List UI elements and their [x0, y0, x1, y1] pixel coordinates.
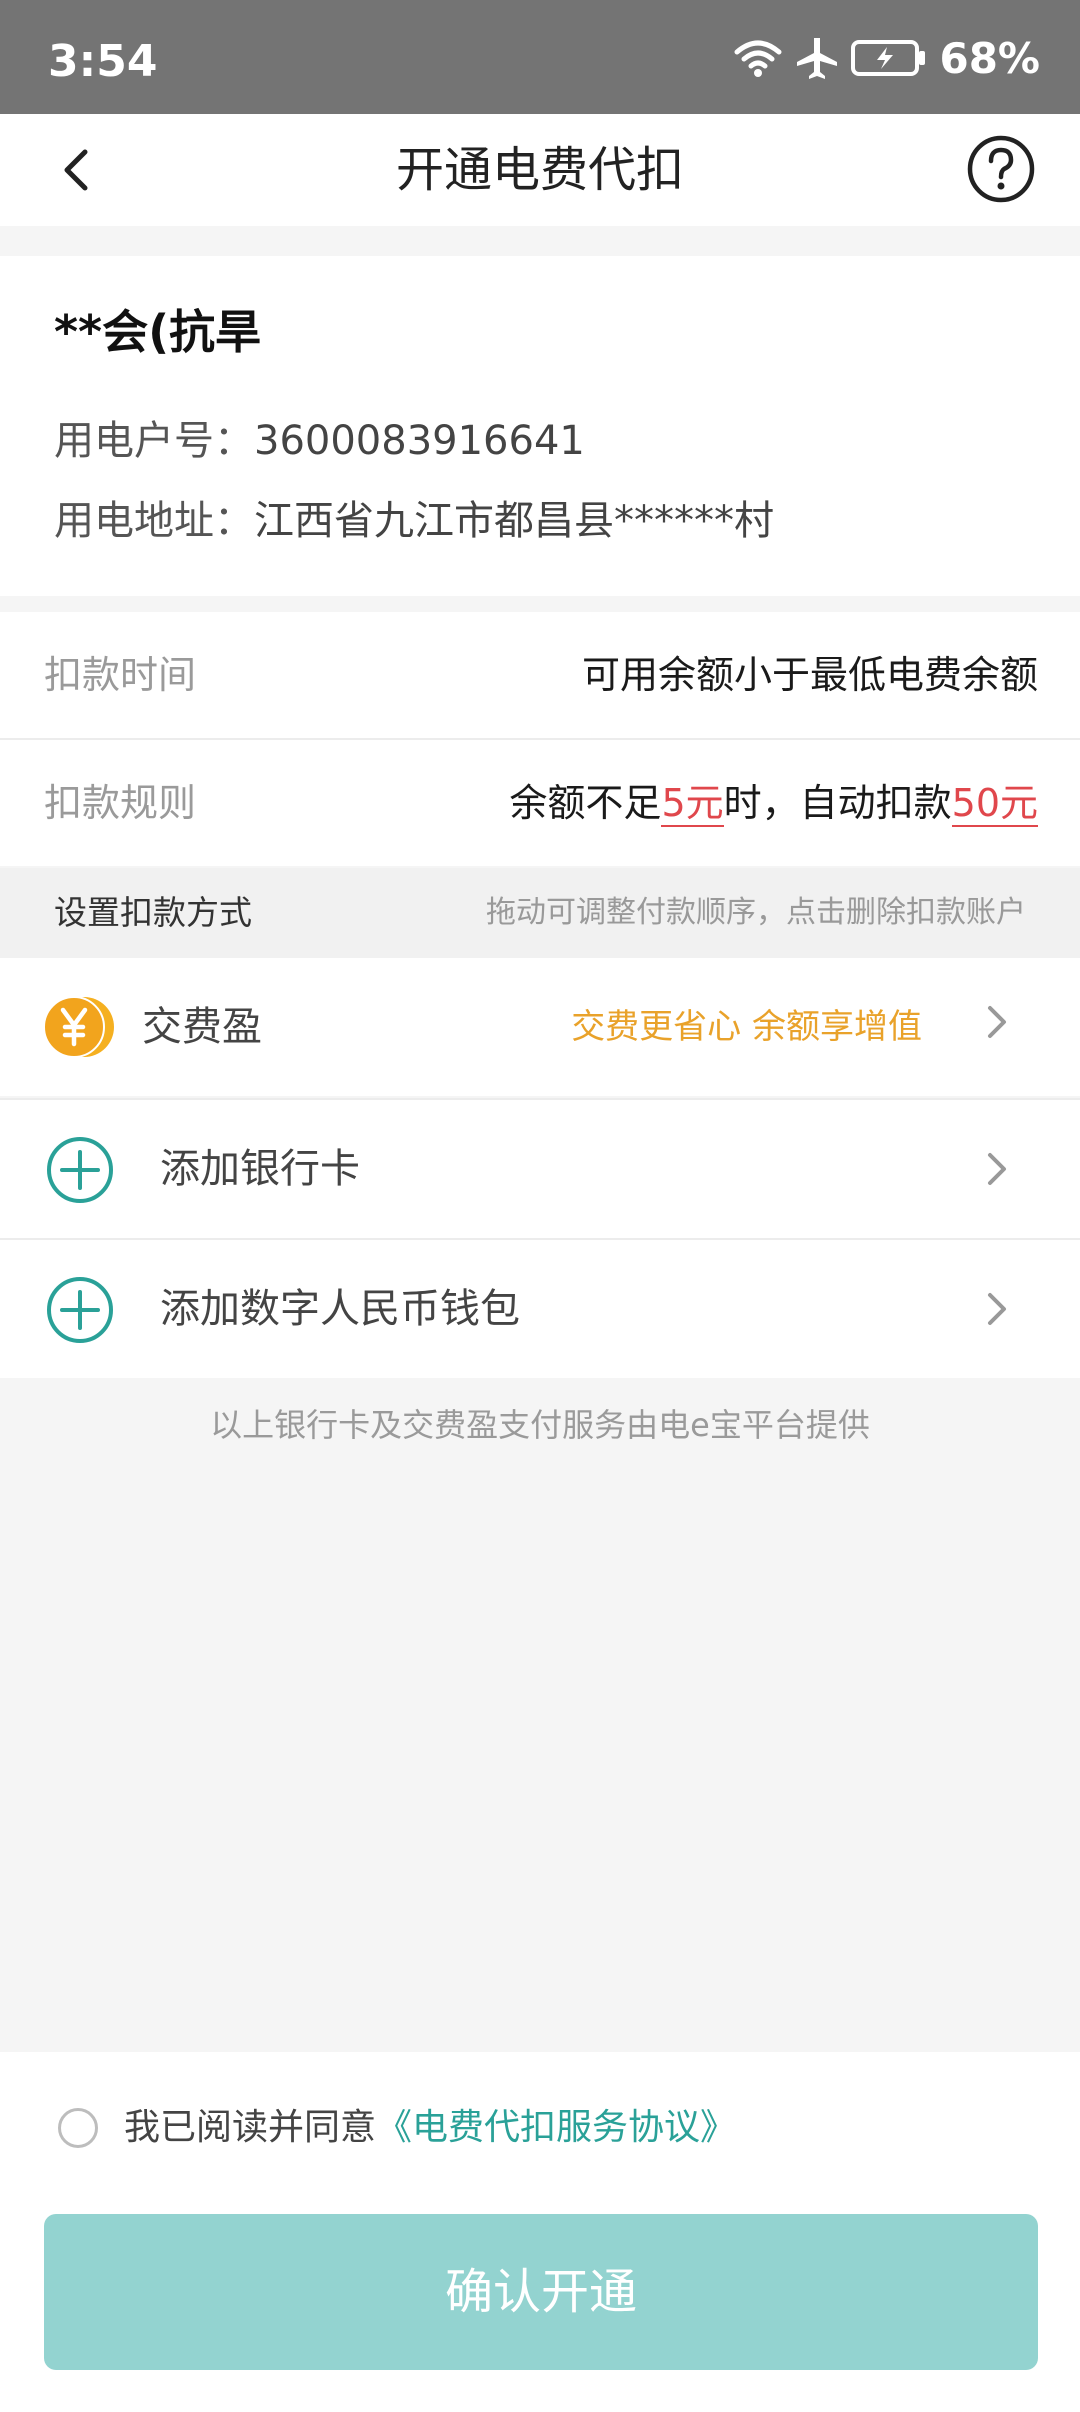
- deduction-time-value: 可用余额小于最低电费余额: [581, 653, 1038, 697]
- confirm-button[interactable]: 确认开通: [44, 2214, 1038, 2370]
- payment-method-label: 交费盈: [142, 1004, 262, 1050]
- account-number-line: 用电户号：3600083916641: [54, 408, 585, 466]
- wifi-icon: [734, 40, 782, 77]
- agreement-text: 我已阅读并同意《电费代扣服务协议》: [124, 2102, 736, 2154]
- deduction-rule-row: 扣款规则 余额不足5元时，自动扣款50元: [0, 740, 1080, 866]
- payment-method-jiaofeiying[interactable]: 交费盈 交费更省心 余额享增值: [0, 958, 1080, 1096]
- payment-section-header: 设置扣款方式 拖动可调整付款顺序，点击删除扣款账户: [0, 868, 1080, 958]
- status-bar: 3:54 68%: [0, 0, 1080, 114]
- deduction-time-label: 扣款时间: [44, 653, 197, 697]
- page-title: 开通电费代扣: [395, 142, 684, 198]
- rule-prefix: 余额不足: [509, 781, 662, 825]
- plus-circle-icon: [47, 1137, 113, 1203]
- account-name: **会(抗旱: [54, 305, 262, 359]
- status-time: 3:54: [48, 36, 158, 87]
- payment-section-hint: 拖动可调整付款顺序，点击删除扣款账户: [486, 895, 1026, 930]
- account-number-label: 用电户号：: [54, 418, 254, 464]
- agreement-checkbox[interactable]: [58, 2108, 98, 2148]
- yen-coin-icon: [43, 996, 114, 1058]
- battery-charging-icon: [851, 40, 926, 76]
- app-header: 开通电费代扣: [0, 114, 1080, 226]
- add-digital-wallet-label: 添加数字人民币钱包: [160, 1286, 520, 1332]
- deduction-time-row: 扣款时间 可用余额小于最低电费余额: [0, 612, 1080, 738]
- account-card: **会(抗旱 用电户号：3600083916641 用电地址：江西省九江市都昌县…: [0, 256, 1080, 596]
- account-number-value: 3600083916641: [254, 418, 585, 464]
- rule-amount[interactable]: 50元: [951, 781, 1038, 827]
- chevron-right-icon: [988, 1293, 1006, 1325]
- question-circle-icon: [967, 135, 1035, 203]
- back-button[interactable]: [50, 144, 102, 196]
- help-button[interactable]: [966, 134, 1036, 204]
- status-icons: 68%: [733, 30, 1040, 86]
- rule-threshold[interactable]: 5元: [661, 781, 724, 827]
- address-value: 江西省九江市都昌县******村: [254, 498, 774, 544]
- add-bank-card-label: 添加银行卡: [160, 1146, 360, 1192]
- add-digital-wallet-row[interactable]: 添加数字人民币钱包: [0, 1240, 1080, 1378]
- chevron-right-icon: [988, 1006, 1006, 1038]
- address-label: 用电地址：: [54, 498, 254, 544]
- address-line: 用电地址：江西省九江市都昌县******村: [54, 488, 774, 546]
- deduction-rule-value: 余额不足5元时，自动扣款50元: [509, 740, 1038, 866]
- chevron-right-icon: [988, 1153, 1006, 1185]
- agreement-link[interactable]: 《电费代扣服务协议》: [376, 2107, 736, 2148]
- plus-circle-icon: [47, 1277, 113, 1343]
- service-provider-note: 以上银行卡及交费盈支付服务由电e宝平台提供: [210, 1406, 870, 1444]
- payment-section-title: 设置扣款方式: [54, 893, 252, 932]
- battery-percentage: 68%: [939, 33, 1040, 83]
- payment-method-promo: 交费更省心 余额享增值: [571, 1007, 922, 1047]
- deduction-rule-label: 扣款规则: [44, 781, 197, 825]
- add-bank-card-row[interactable]: 添加银行卡: [0, 1100, 1080, 1238]
- rule-middle: 时，自动扣款: [723, 781, 952, 825]
- agreement-prefix: 我已阅读并同意: [124, 2107, 377, 2148]
- chevron-left-icon: [64, 149, 88, 191]
- airplane-icon: [797, 38, 838, 79]
